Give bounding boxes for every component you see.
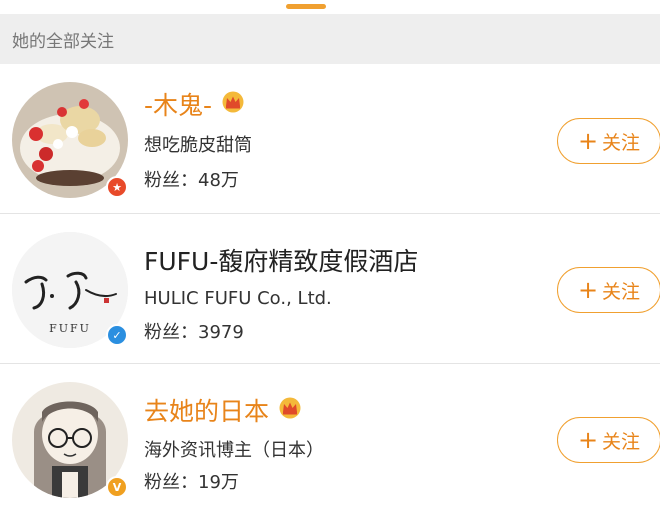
section-header: 她的全部关注 <box>0 14 660 64</box>
crown-icon <box>277 397 303 423</box>
user-name[interactable]: 去她的日本 <box>144 392 269 428</box>
fans-value: 19万 <box>198 472 239 493</box>
fans-count: 粉丝：3979 <box>144 318 244 344</box>
top-bar <box>0 0 660 14</box>
name-line: -木鬼- <box>144 86 246 122</box>
plus-icon: + <box>577 426 599 454</box>
verified-blue-icon: ✓ <box>106 324 128 346</box>
plus-icon: + <box>577 276 599 304</box>
follow-label: 关注 <box>602 430 641 453</box>
fans-label: 粉丝： <box>144 170 198 191</box>
name-line: FUFU-馥府精致度假酒店 <box>144 242 418 278</box>
user-row[interactable]: V 去她的日本 海外资讯博主（日本） 粉丝：19万 + 关注 <box>0 364 660 513</box>
name-line: 去她的日本 <box>144 392 303 428</box>
follow-label: 关注 <box>602 280 641 303</box>
user-row[interactable]: FUFU ✓ FUFU-馥府精致度假酒店 HULIC FUFU Co., Ltd… <box>0 214 660 364</box>
follow-button[interactable]: + 关注 <box>557 267 660 313</box>
fans-count: 粉丝：19万 <box>144 468 239 494</box>
follow-label: 关注 <box>602 131 641 154</box>
fans-label: 粉丝： <box>144 472 198 493</box>
follow-button[interactable]: + 关注 <box>557 417 660 463</box>
plus-icon: + <box>577 127 599 155</box>
fans-count: 粉丝：48万 <box>144 166 239 192</box>
user-row[interactable]: ★ -木鬼- 想吃脆皮甜筒 粉丝：48万 + 关注 <box>0 64 660 214</box>
user-name[interactable]: FUFU-馥府精致度假酒店 <box>144 242 418 278</box>
user-name[interactable]: -木鬼- <box>144 86 212 122</box>
crown-icon <box>220 91 246 117</box>
verified-orange-icon: V <box>106 476 128 498</box>
user-description: 海外资讯博主（日本） <box>144 440 324 461</box>
fans-label: 粉丝： <box>144 322 198 343</box>
user-description: HULIC FUFU Co., Ltd. <box>144 288 332 309</box>
user-description: 想吃脆皮甜筒 <box>144 135 252 156</box>
fans-value: 3979 <box>198 322 244 343</box>
follow-button[interactable]: + 关注 <box>557 118 660 164</box>
tab-indicator <box>286 4 326 9</box>
section-title: 她的全部关注 <box>12 31 114 52</box>
star-badge-icon: ★ <box>106 176 128 198</box>
fans-value: 48万 <box>198 170 239 191</box>
